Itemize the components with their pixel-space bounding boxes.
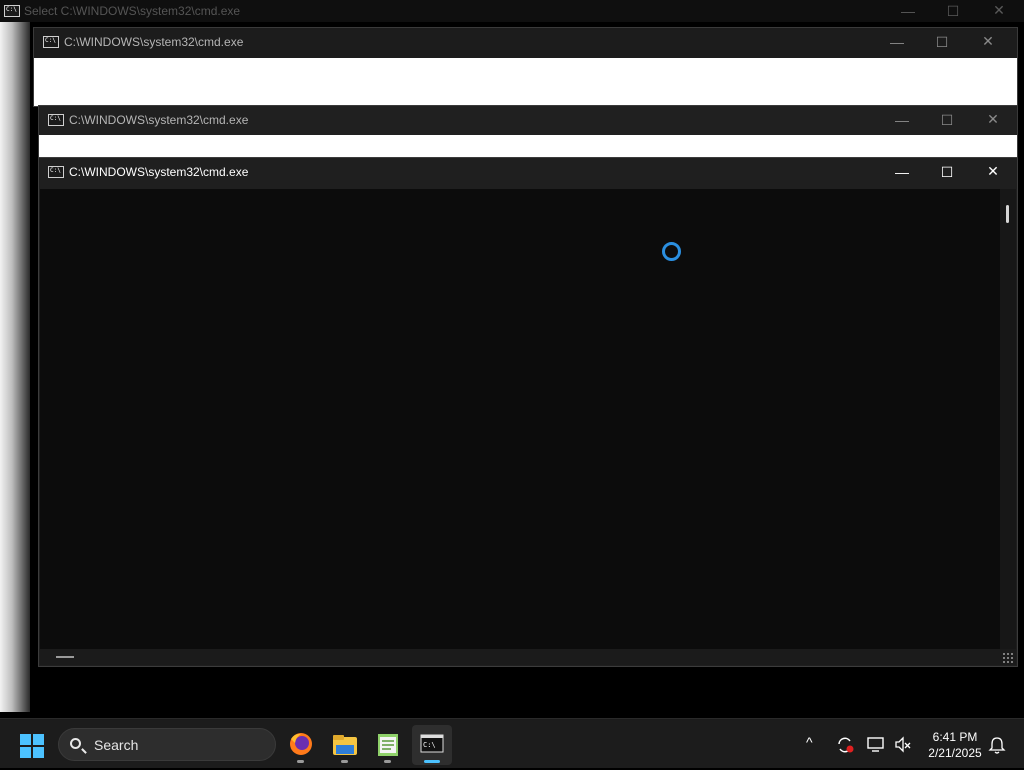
window-content <box>39 135 1017 159</box>
firefox-taskbar-button[interactable] <box>281 725 321 765</box>
loading-spinner-icon <box>662 242 681 261</box>
clock-time: 6:41 PM <box>932 730 978 744</box>
cmd-icon <box>43 36 59 48</box>
firefox-icon <box>290 733 312 755</box>
desktop: Select C:\WINDOWS\system32\cmd.exe — ☐ ✕… <box>0 0 1024 718</box>
network-icon[interactable] <box>866 735 886 755</box>
volume-muted-icon[interactable] <box>893 735 913 755</box>
cmd-icon <box>4 5 20 17</box>
notepad-taskbar-button[interactable] <box>368 725 408 765</box>
window-title: C:\WINDOWS\system32\cmd.exe <box>69 113 249 127</box>
wallpaper-strip <box>0 22 30 712</box>
vertical-scrollbar[interactable] <box>1000 189 1016 651</box>
file-explorer-taskbar-button[interactable] <box>325 725 365 765</box>
maximize-button[interactable]: ☐ <box>937 113 957 127</box>
start-button[interactable] <box>20 734 44 758</box>
search-icon <box>70 738 81 749</box>
running-indicator <box>424 760 440 763</box>
minimize-button[interactable]: — <box>892 165 912 179</box>
cmd-window-2[interactable]: C:\WINDOWS\system32\cmd.exe — ☐ ✕ <box>38 105 1018 160</box>
close-button[interactable]: ✕ <box>989 3 1009 17</box>
minimize-button[interactable]: — <box>898 4 918 18</box>
running-indicator <box>384 760 391 763</box>
windows-logo-icon <box>20 734 31 745</box>
cmd-window-active[interactable]: C:\WINDOWS\system32\cmd.exe — ☐ ✕ <box>38 157 1018 667</box>
cmd-icon <box>48 166 64 178</box>
close-button[interactable]: ✕ <box>978 34 998 48</box>
show-hidden-icons-chevron-icon[interactable]: ^ <box>806 734 813 750</box>
svg-text:C:\: C:\ <box>423 741 436 749</box>
resize-grip-icon[interactable] <box>1002 652 1014 664</box>
console-area[interactable] <box>40 189 1000 651</box>
clock-date: 2/21/2025 <box>928 746 982 760</box>
search-box[interactable]: Search <box>58 728 276 761</box>
clock[interactable]: 6:41 PM 2/21/2025 <box>920 729 990 761</box>
scrollbar-thumb[interactable] <box>1006 205 1009 223</box>
back-window-title: Select C:\WINDOWS\system32\cmd.exe <box>24 4 241 18</box>
sync-icon[interactable] <box>835 735 855 755</box>
window-content <box>34 58 1017 106</box>
terminal-taskbar-button[interactable]: C:\ <box>412 725 452 765</box>
status-bar <box>40 649 1016 665</box>
maximize-button[interactable]: ☐ <box>937 165 957 179</box>
terminal-icon: C:\ <box>420 734 444 753</box>
file-explorer-icon <box>333 735 357 755</box>
status-indicator <box>56 656 74 658</box>
close-button[interactable]: ✕ <box>983 164 1003 178</box>
minimize-button[interactable]: — <box>887 35 907 49</box>
cmd-icon <box>48 114 64 126</box>
minimize-button[interactable]: — <box>892 113 912 127</box>
search-label: Search <box>94 737 139 753</box>
close-button[interactable]: ✕ <box>983 112 1003 126</box>
cmd-window-1[interactable]: C:\WINDOWS\system32\cmd.exe — ☐ ✕ <box>33 27 1018 107</box>
running-indicator <box>297 760 304 763</box>
window-title: C:\WINDOWS\system32\cmd.exe <box>69 165 249 179</box>
window-titlebar[interactable]: C:\WINDOWS\system32\cmd.exe — ☐ ✕ <box>39 158 1017 188</box>
notepad-icon <box>378 734 398 756</box>
running-indicator <box>341 760 348 763</box>
back-window-titlebar[interactable]: Select C:\WINDOWS\system32\cmd.exe — ☐ ✕ <box>0 0 1024 22</box>
window-title: C:\WINDOWS\system32\cmd.exe <box>64 35 244 49</box>
window-titlebar[interactable]: C:\WINDOWS\system32\cmd.exe — ☐ ✕ <box>39 106 1017 136</box>
notification-bell-icon[interactable] <box>988 735 1006 755</box>
maximize-button[interactable]: ☐ <box>932 35 952 49</box>
taskbar: Search C:\ ^ 6:41 PM 2/21/2025 <box>0 718 1024 768</box>
window-titlebar[interactable]: C:\WINDOWS\system32\cmd.exe — ☐ ✕ <box>34 28 1017 58</box>
maximize-button[interactable]: ☐ <box>943 4 963 18</box>
